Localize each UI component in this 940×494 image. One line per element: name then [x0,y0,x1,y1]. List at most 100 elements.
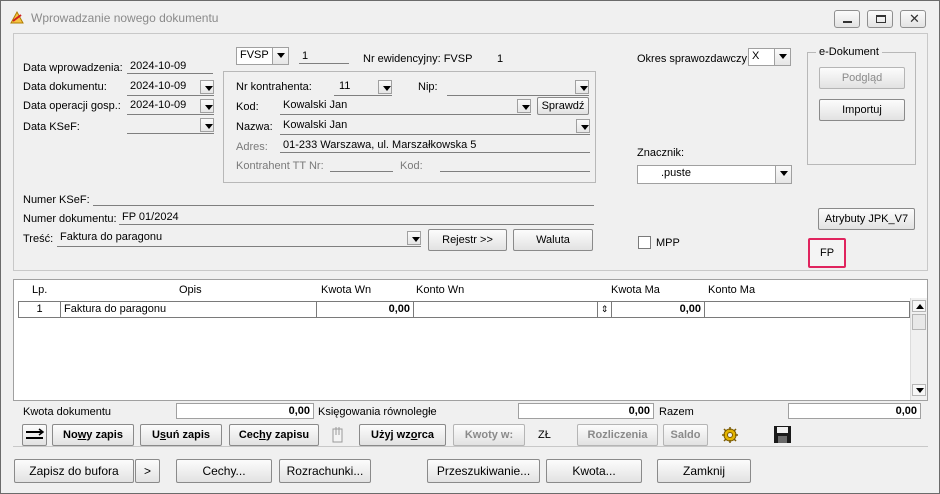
grid-scrollbar[interactable] [910,298,927,400]
rozrachunki-button[interactable]: Rozrachunki... [279,459,371,483]
sprawdz-button[interactable]: Sprawdź [537,97,589,115]
nr-kontrahenta-field[interactable]: 11 [334,79,392,96]
nr-kontrahenta-label: Nr kontrahenta: [236,81,312,93]
ksiegowania-value: 0,00 [518,403,654,419]
znacznik-select[interactable]: .puste [637,165,792,184]
numer-ksef-value[interactable] [93,191,594,206]
chevron-down-icon[interactable] [200,118,214,132]
gear-icon[interactable] [721,426,739,444]
importuj-button[interactable]: Importuj [819,99,905,121]
more-options-button[interactable]: > [135,459,160,483]
rozliczenia-button[interactable]: Rozliczenia [577,424,658,446]
currency-label: ZŁ [538,429,551,441]
scroll-thumb[interactable] [912,314,926,330]
edokument-title: e-Dokument [816,46,882,58]
data-operacji-field[interactable]: 2024-10-09 [127,98,214,115]
row-opis[interactable]: Faktura do paragonu [61,302,317,317]
entries-grid: Lp. Opis Kwota Wn Konto Wn Kwota Ma Kont… [13,279,928,401]
zapisz-do-bufora-button[interactable]: Zapisz do bufora [14,459,134,483]
save-icon[interactable] [773,425,792,444]
cechy-zapisu-button[interactable]: Cechy zapisu [229,424,319,446]
scroll-up-icon[interactable] [912,300,926,312]
okres-value: X [752,50,760,62]
register-select[interactable]: FVSP [236,47,289,65]
nazwa-label: Nazwa: [236,121,273,133]
row-konto-wn[interactable] [414,302,612,317]
divider [13,446,928,447]
usun-zapis-button[interactable]: Usuń zapis [140,424,222,446]
kwoty-w-button[interactable]: Kwoty w: [453,424,525,446]
waluta-button[interactable]: Waluta [513,229,593,251]
kwota-button[interactable]: Kwota... [546,459,642,483]
chevron-down-icon[interactable] [272,48,288,64]
adres-label: Adres: [236,141,268,153]
table-row[interactable]: 1 Faktura do paragonu 0,00 ⇕ 0,00 [18,301,910,318]
nr-ewidencyjny-value: 1 [497,53,504,65]
row-kwota-wn[interactable]: 0,00 [317,302,414,317]
register-number[interactable]: 1 [299,49,349,64]
chevron-down-icon[interactable] [575,80,589,94]
chevron-down-icon[interactable] [576,119,590,133]
row-kwota-ma[interactable]: 0,00 [612,302,705,317]
rejestr-button[interactable]: Rejestr >> [428,229,507,251]
tresc-label: Treść: [23,233,54,245]
numer-dokumentu-label: Numer dokumentu: [23,213,117,225]
przeszukiwanie-button[interactable]: Przeszukiwanie... [427,459,540,483]
podglad-button[interactable]: Podgląd [819,67,905,89]
chevron-down-icon[interactable] [378,80,392,94]
col-konto-wn: Konto Wn [416,284,465,296]
data-operacji-value: 2024-10-09 [130,99,187,111]
uzyj-wzorca-button[interactable]: Użyj wzorca [359,424,446,446]
okres-select[interactable]: X [748,48,791,66]
register-value: FVSP [240,49,269,61]
chevron-down-icon[interactable] [200,99,214,113]
nazwa-value: Kowalski Jan [283,119,348,131]
saldo-button[interactable]: Saldo [663,424,708,446]
chevron-down-icon[interactable] [774,49,790,65]
nowy-zapis-button[interactable]: Nowy zapis [52,424,134,446]
fp-indicator[interactable]: FP [808,238,846,268]
attach-icon[interactable] [330,426,346,444]
ksiegowania-label: Księgowania równoległe [318,406,437,418]
scroll-down-icon[interactable] [912,384,926,396]
document-window: Wprowadzanie nowego dokumentu ✕ Data wpr… [0,0,940,494]
toggle-view-button[interactable] [22,424,47,446]
mpp-checkbox[interactable] [638,236,651,249]
zamknij-button[interactable]: Zamknij [657,459,751,483]
chevron-down-icon[interactable] [200,80,214,94]
nr-ewidencyjny-label: Nr ewidencyjny: FVSP [363,53,473,65]
double-arrow-icon [26,428,45,439]
nip-field[interactable] [447,79,589,96]
data-ksef-label: Data KSeF: [23,121,80,133]
col-opis: Opis [179,284,202,296]
chevron-down-icon[interactable] [407,231,421,245]
numer-dokumentu-value[interactable]: FP 01/2024 [119,210,594,225]
data-ksef-field[interactable] [127,117,214,134]
maximize-button[interactable] [867,10,893,28]
row-konto-ma[interactable] [705,302,909,317]
mpp-label: MPP [656,237,680,249]
chevron-down-icon[interactable] [775,166,791,183]
minimize-button[interactable] [834,10,860,28]
swap-icon[interactable]: ⇕ [597,302,612,317]
app-icon [10,10,24,24]
kod-field[interactable]: Kowalski Jan [280,98,531,115]
nazwa-field[interactable]: Kowalski Jan [280,118,590,135]
cechy-button[interactable]: Cechy... [176,459,272,483]
data-operacji-label: Data operacji gosp.: [23,100,121,112]
kwota-dokumentu-label: Kwota dokumentu [23,406,112,418]
razem-value: 0,00 [788,403,921,419]
atrybuty-jpk-button[interactable]: Atrybuty JPK_V7 [818,208,915,230]
kontrahent-tt-value[interactable] [330,157,393,172]
razem-label: Razem [659,406,694,418]
tresc-field[interactable]: Faktura do paragonu [57,230,421,247]
kontrahent-tt-kod-value[interactable] [440,157,590,172]
nr-kontrahenta-value: 11 [339,80,351,92]
okres-label: Okres sprawozdawczy: [637,53,751,65]
data-dokumentu-field[interactable]: 2024-10-09 [127,79,214,96]
chevron-down-icon[interactable] [517,99,531,113]
title-bar: Wprowadzanie nowego dokumentu ✕ [1,1,939,31]
close-button[interactable]: ✕ [900,10,926,28]
znacznik-label: Znacznik: [637,147,685,159]
row-lp: 1 [19,302,61,317]
